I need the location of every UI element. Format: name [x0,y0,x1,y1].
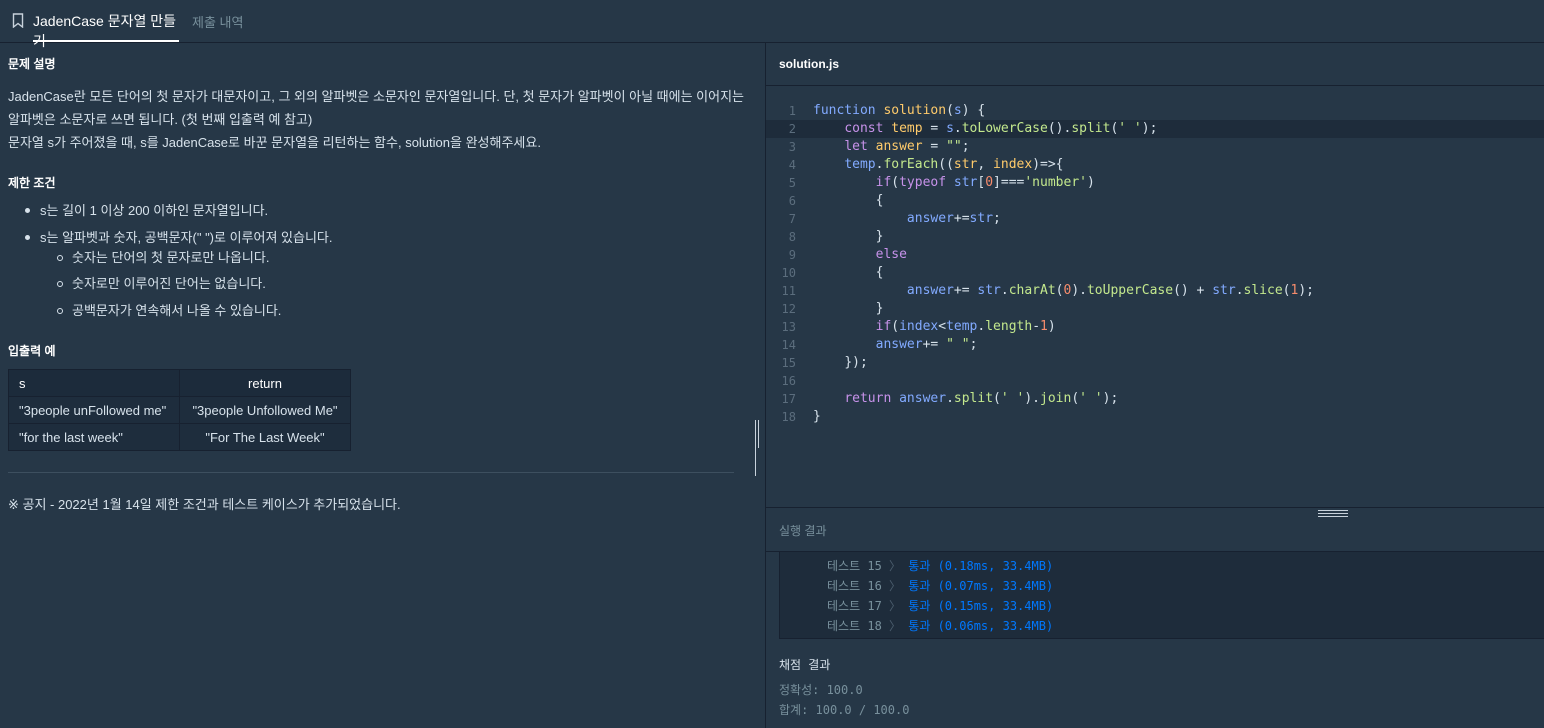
problem-panel: 문제 설명 JadenCase란 모든 단어의 첫 문자가 대문자이고, 그 외… [0,43,753,728]
line-number: 2 [788,122,796,136]
test-name: 테스트 15 [827,559,882,573]
code-line[interactable]: 15 }); [766,354,1544,372]
sub-constraint-item: 공백문자가 연속해서 나올 수 있습니다. [72,303,282,318]
code-line[interactable]: 8 } [766,228,1544,246]
test-name: 테스트 17 [827,599,882,613]
line-number: 14 [781,338,796,352]
test-name: 테스트 16 [827,579,882,593]
results-header: 실행 결과 [766,507,1544,552]
total-score: 합계: 100.0 / 100.0 [779,703,910,717]
code-line[interactable]: 17 return answer.split(' ').join(' '); [766,390,1544,408]
test-result-row: 테스트 18 〉 통과 (0.06ms, 33.4MB) [827,616,1053,636]
line-number: 10 [781,266,796,280]
line-number: 7 [788,212,796,226]
code-line[interactable]: 4 temp.forEach((str, index)=>{ [766,156,1544,174]
code-line[interactable]: 13 if(index<temp.length-1) [766,318,1544,336]
description-line: 알파벳은 소문자로 쓰면 됩니다. (첫 번째 입출력 예 참고) [8,112,313,127]
bullet-icon [57,308,63,314]
line-number: 11 [781,284,796,298]
code-line[interactable]: 10 { [766,264,1544,282]
accuracy-score: 정확성: 100.0 [779,683,863,697]
line-number: 15 [781,356,796,370]
line-number: 12 [781,302,796,316]
code-line[interactable]: 18} [766,408,1544,426]
bullet-icon [25,208,30,213]
code-line[interactable]: 3 let answer = ""; [766,138,1544,156]
bullet-icon [25,235,30,240]
io-heading: 입출력 예 [8,344,56,358]
table-cell: "For The Last Week" [179,423,351,451]
chevron-right-icon: 〉 [889,579,902,593]
code-line[interactable]: 11 answer+= str.charAt(0).toUpperCase() … [766,282,1544,300]
constraint-item: s는 길이 1 이상 200 이하인 문자열입니다. [40,203,269,218]
test-result-row: 테스트 15 〉 통과 (0.18ms, 33.4MB) [827,556,1053,576]
line-number: 1 [788,104,796,118]
code-line[interactable]: 7 answer+=str; [766,210,1544,228]
chevron-right-icon: 〉 [889,559,902,573]
bullet-icon [57,255,63,261]
description-line: JadenCase란 모든 단어의 첫 문자가 대문자이고, 그 외의 알파벳은… [8,89,745,104]
results-heading: 실행 결과 [779,524,827,538]
table-cell: "3people unFollowed me" [8,396,180,424]
constraints-heading: 제한 조건 [8,176,56,190]
line-number: 16 [781,374,796,388]
chevron-right-icon: 〉 [889,619,902,633]
top-tab-bar: JadenCase 문자열 만들기 제출 내역 [0,0,1544,49]
divider [8,472,734,473]
test-result-row: 테스트 16 〉 통과 (0.07ms, 33.4MB) [827,576,1053,596]
bookmark-icon[interactable] [12,13,24,28]
code-editor[interactable]: 1 function solution(s) { 2 const temp = s… [766,86,1544,506]
test-pass-result: 통과 (0.07ms, 33.4MB) [908,579,1054,593]
line-number: 8 [788,230,796,244]
tab-submission-history[interactable]: 제출 내역 [192,12,243,43]
sub-constraint-item: 숫자는 단어의 첫 문자로만 나옵니다. [72,250,270,265]
table-cell: "3people Unfollowed Me" [179,396,351,424]
file-tab-bar: solution.js [766,43,1544,86]
code-line[interactable]: 6 { [766,192,1544,210]
description-heading: 문제 설명 [8,57,56,71]
splitter-grip-icon[interactable] [755,420,763,476]
description-line: 문자열 s가 주어졌을 때, s를 JadenCase로 바꾼 문자열을 리턴하… [8,135,541,150]
code-line[interactable]: 9 else [766,246,1544,264]
table-cell: "for the last week" [8,423,180,451]
chevron-right-icon: 〉 [889,599,902,613]
line-number: 13 [781,320,796,334]
line-number: 18 [781,410,796,424]
panel-splitter[interactable] [754,43,765,728]
table-header-s: s [8,369,180,397]
tab-problem[interactable]: JadenCase 문자열 만들기 [33,11,179,49]
line-number: 5 [788,176,796,190]
score-heading: 채점 결과 [779,658,831,672]
test-result-row: 테스트 17 〉 통과 (0.15ms, 33.4MB) [827,596,1053,616]
code-line[interactable]: 2 const temp = s.toLowerCase().split(' '… [766,120,1544,138]
test-pass-result: 통과 (0.18ms, 33.4MB) [908,559,1054,573]
test-pass-result: 통과 (0.06ms, 33.4MB) [908,619,1054,633]
table-header-return: return [179,369,351,397]
test-name: 테스트 18 [827,619,882,633]
io-example-table: s return "3people unFollowed me" "3peopl… [8,369,351,451]
code-line[interactable]: 16 [766,372,1544,390]
sub-constraint-item: 숫자로만 이루어진 단어는 없습니다. [72,276,266,291]
table-row: "for the last week" "For The Last Week" [8,423,351,451]
line-number: 6 [788,194,796,208]
results-resize-handle-icon[interactable] [1318,510,1348,518]
code-line[interactable]: 12 } [766,300,1544,318]
notice-text: ※ 공지 - 2022년 1월 14일 제한 조건과 테스트 케이스가 추가되었… [8,497,401,512]
code-line[interactable]: 1 function solution(s) { [766,102,1544,120]
table-row: "3people unFollowed me" "3people Unfollo… [8,396,351,424]
test-pass-result: 통과 (0.15ms, 33.4MB) [908,599,1054,613]
line-number: 4 [788,158,796,172]
line-number: 3 [788,140,796,154]
bullet-icon [57,281,63,287]
file-tab-solution[interactable]: solution.js [779,57,839,71]
line-number: 17 [781,392,796,406]
code-line[interactable]: 5 if(typeof str[0]==='number') [766,174,1544,192]
code-line[interactable]: 14 answer+= " "; [766,336,1544,354]
editor-panel: solution.js 1 function solution(s) { 2 co… [765,43,1544,728]
line-number: 9 [788,248,796,262]
test-results-list[interactable]: 테스트 15 〉 통과 (0.18ms, 33.4MB) 테스트 16 〉 통과… [779,551,1544,639]
